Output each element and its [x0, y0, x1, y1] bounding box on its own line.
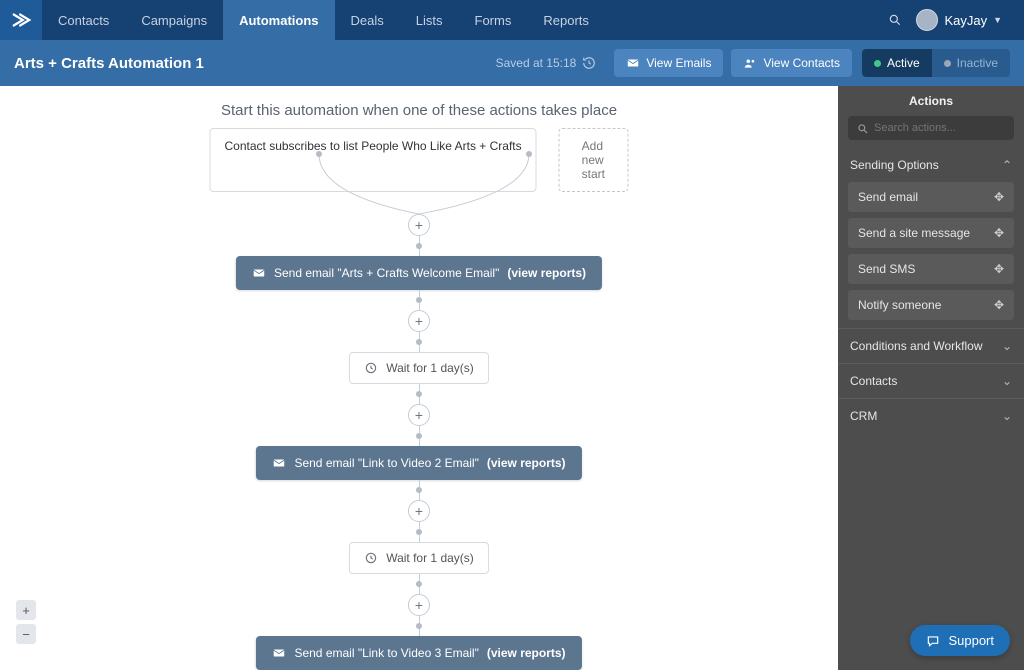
wait-block[interactable]: Wait for 1 day(s)	[349, 352, 489, 384]
support-button[interactable]: Support	[910, 625, 1010, 656]
view-reports-link[interactable]: (view reports)	[507, 266, 586, 280]
add-step-button[interactable]: +	[408, 310, 430, 332]
nav-tab-contacts[interactable]: Contacts	[42, 0, 125, 40]
action-item-send-sms[interactable]: Send SMS✥	[848, 254, 1014, 284]
start-prompt: Start this automation when one of these …	[221, 102, 617, 119]
username: KayJay	[944, 13, 987, 28]
send-email-block[interactable]: Send email "Link to Video 3 Email" (view…	[256, 636, 581, 670]
nav-tab-deals[interactable]: Deals	[335, 0, 400, 40]
zoom-out-button[interactable]: −	[16, 624, 36, 644]
zoom-controls: + −	[16, 600, 36, 644]
nav-tab-automations[interactable]: Automations	[223, 0, 334, 40]
panel-section-conditions-and-workflow[interactable]: Conditions and Workflow⌄	[838, 328, 1024, 363]
add-step-button[interactable]: +	[408, 500, 430, 522]
clock-icon	[364, 551, 378, 565]
drag-handle-icon: ✥	[994, 226, 1004, 240]
clock-icon	[364, 361, 378, 375]
avatar	[916, 9, 938, 31]
chevron-down-icon: ⌄	[1002, 374, 1012, 388]
status-toggle: Active Inactive	[862, 49, 1010, 77]
actions-search-input[interactable]	[848, 116, 1014, 140]
mail-icon	[252, 266, 266, 280]
chevron-up-icon: ⌃	[1002, 158, 1012, 172]
drag-handle-icon: ✥	[994, 298, 1004, 312]
send-email-block[interactable]: Send email "Arts + Crafts Welcome Email"…	[236, 256, 602, 290]
action-item-notify-someone[interactable]: Notify someone✥	[848, 290, 1014, 320]
view-reports-link[interactable]: (view reports)	[487, 646, 566, 660]
view-contacts-button[interactable]: View Contacts	[731, 49, 851, 77]
add-step-button[interactable]: +	[408, 404, 430, 426]
nav-tab-lists[interactable]: Lists	[400, 0, 459, 40]
add-step-button[interactable]: +	[408, 594, 430, 616]
zoom-in-button[interactable]: +	[16, 600, 36, 620]
action-item-send-a-site-message[interactable]: Send a site message✥	[848, 218, 1014, 248]
action-item-send-email[interactable]: Send email✥	[848, 182, 1014, 212]
saved-status: Saved at 15:18	[496, 56, 597, 70]
user-menu[interactable]: KayJay ▼	[916, 9, 1010, 31]
top-nav: ContactsCampaignsAutomationsDealsListsFo…	[0, 0, 1024, 40]
automation-title: Arts + Crafts Automation 1	[14, 55, 204, 72]
drag-handle-icon: ✥	[994, 190, 1004, 204]
people-icon	[743, 56, 757, 70]
mail-icon	[272, 456, 286, 470]
nav-tab-forms[interactable]: Forms	[459, 0, 528, 40]
actions-panel: Actions Sending Options⌃Send email✥ Send …	[838, 86, 1024, 670]
mail-icon	[272, 646, 286, 660]
connector-lines	[219, 150, 619, 224]
mail-icon	[626, 56, 640, 70]
history-icon	[582, 56, 596, 70]
add-step-button[interactable]: +	[408, 214, 430, 236]
search-icon	[856, 122, 870, 139]
drag-handle-icon: ✥	[994, 262, 1004, 276]
chevron-down-icon: ▼	[993, 15, 1002, 25]
panel-search	[848, 116, 1014, 140]
view-emails-button[interactable]: View Emails	[614, 49, 723, 77]
view-reports-link[interactable]: (view reports)	[487, 456, 566, 470]
nav-tab-campaigns[interactable]: Campaigns	[125, 0, 223, 40]
send-email-block[interactable]: Send email "Link to Video 2 Email" (view…	[256, 446, 581, 480]
panel-title: Actions	[838, 86, 1024, 116]
status-active[interactable]: Active	[862, 49, 932, 77]
automation-canvas[interactable]: Start this automation when one of these …	[0, 86, 838, 670]
nav-tab-reports[interactable]: Reports	[527, 0, 605, 40]
chevron-down-icon: ⌄	[1002, 409, 1012, 423]
search-icon[interactable]	[888, 13, 902, 27]
automation-header: Arts + Crafts Automation 1 Saved at 15:1…	[0, 40, 1024, 86]
panel-section-contacts[interactable]: Contacts⌄	[838, 363, 1024, 398]
dot-icon	[944, 60, 951, 67]
chat-icon	[926, 634, 940, 648]
dot-icon	[874, 60, 881, 67]
status-inactive[interactable]: Inactive	[932, 49, 1010, 77]
wait-block[interactable]: Wait for 1 day(s)	[349, 542, 489, 574]
chevron-down-icon: ⌄	[1002, 339, 1012, 353]
app-logo[interactable]	[0, 0, 42, 40]
panel-section-crm[interactable]: CRM⌄	[838, 398, 1024, 433]
panel-section-sending-options[interactable]: Sending Options⌃	[838, 148, 1024, 182]
